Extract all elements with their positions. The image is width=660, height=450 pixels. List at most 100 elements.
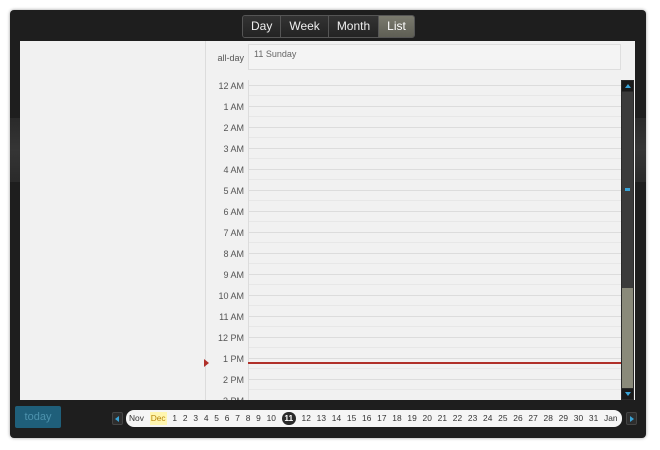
half-hour-gridline <box>248 221 621 222</box>
hour-label: 1 AM <box>223 102 244 112</box>
half-hour-gridline <box>248 347 621 348</box>
event-list-pane <box>20 41 206 400</box>
hour-row[interactable]: 12 AM <box>206 80 621 101</box>
date-strip-day[interactable]: 10 <box>267 412 276 425</box>
date-strip-day[interactable]: 3 <box>193 412 198 425</box>
date-strip-day[interactable]: 14 <box>332 412 341 425</box>
hour-label: 5 AM <box>223 186 244 196</box>
date-strip-day[interactable]: 2 <box>183 412 188 425</box>
hour-gridline <box>248 190 621 191</box>
prev-month-arrow-icon[interactable] <box>112 412 123 425</box>
scroll-thumb[interactable] <box>622 288 633 388</box>
half-hour-gridline <box>248 368 621 369</box>
hour-row[interactable]: 12 PM <box>206 332 621 353</box>
scroll-position-marker <box>625 188 630 191</box>
date-strip-day[interactable]: 27 <box>528 412 537 425</box>
date-strip-day[interactable]: 19 <box>407 412 416 425</box>
date-strip-day[interactable]: 23 <box>468 412 477 425</box>
half-hour-gridline <box>248 158 621 159</box>
date-strip-day[interactable]: 13 <box>317 412 326 425</box>
date-strip-day[interactable]: 15 <box>347 412 356 425</box>
hour-row[interactable]: 9 AM <box>206 269 621 290</box>
hour-label: 12 AM <box>218 81 244 91</box>
hour-label: 1 PM <box>222 354 244 364</box>
next-month-arrow-icon[interactable] <box>626 412 637 425</box>
now-indicator-arrow-icon <box>204 359 209 367</box>
hour-row[interactable]: 2 AM <box>206 122 621 143</box>
date-strip-day[interactable]: 24 <box>483 412 492 425</box>
date-strip-day-selected[interactable]: 11 <box>281 412 296 425</box>
half-hour-gridline <box>248 95 621 96</box>
hour-gridline <box>248 211 621 212</box>
date-strip-day[interactable]: 9 <box>256 412 261 425</box>
allday-slot[interactable]: 11 Sunday <box>248 44 621 70</box>
time-grid[interactable]: 3 PM 2 PM 1 PM 12 PM 11 AM 10 AM 9 AM 8 AM 7 AM 6… <box>204 80 621 400</box>
allday-label: all-day <box>217 53 244 63</box>
date-strip-day[interactable]: 18 <box>392 412 401 425</box>
hour-gridline <box>248 358 621 359</box>
date-strip-day[interactable]: 16 <box>362 412 371 425</box>
date-strip-day[interactable]: 5 <box>214 412 219 425</box>
prev-month-link[interactable]: Nov <box>129 412 144 425</box>
date-strip-day[interactable]: 1 <box>172 412 177 425</box>
hour-row[interactable]: 2 PM <box>206 374 621 395</box>
hour-row[interactable]: 5 AM <box>206 185 621 206</box>
date-strip-day[interactable]: 4 <box>204 412 209 425</box>
list-view-button[interactable]: List <box>379 16 414 37</box>
date-strip-day[interactable]: 29 <box>559 412 568 425</box>
date-strip-day[interactable]: 6 <box>225 412 230 425</box>
vertical-scrollbar[interactable] <box>621 80 634 400</box>
day-view-button[interactable]: Day <box>243 16 282 37</box>
hour-label: 8 AM <box>223 249 244 259</box>
hour-row[interactable]: 7 AM <box>206 227 621 248</box>
date-strip-day[interactable]: 17 <box>377 412 386 425</box>
date-strip-day[interactable]: 22 <box>453 412 462 425</box>
scroll-up-icon[interactable] <box>622 81 633 91</box>
hour-label: 11 AM <box>219 312 244 322</box>
date-strip: Nov Dec 1 2 3 4 5 6 7 8 9 10 11 12 13 14 15 16 17 18 19 20 2… <box>126 410 622 427</box>
date-strip-day[interactable]: 28 <box>544 412 553 425</box>
half-hour-gridline <box>248 389 621 390</box>
date-strip-day[interactable]: 30 <box>574 412 583 425</box>
hour-label: 6 AM <box>223 207 244 217</box>
scroll-down-icon[interactable] <box>622 389 633 399</box>
current-month-label[interactable]: Dec <box>149 412 167 425</box>
hour-row[interactable]: 3 PM <box>206 395 621 400</box>
hour-row[interactable]: 4 AM <box>206 164 621 185</box>
hour-label: 12 PM <box>217 333 244 343</box>
date-strip-day[interactable]: 31 <box>589 412 598 425</box>
hour-row[interactable]: 3 AM <box>206 143 621 164</box>
half-hour-gridline <box>248 179 621 180</box>
hour-row[interactable]: 10 AM <box>206 290 621 311</box>
month-view-button[interactable]: Month <box>328 16 380 37</box>
half-hour-gridline <box>248 326 621 327</box>
hour-gridline <box>248 106 621 107</box>
date-strip-day[interactable]: 20 <box>423 412 432 425</box>
grid-divider <box>248 80 249 400</box>
date-strip-day[interactable]: 25 <box>498 412 507 425</box>
date-strip-day[interactable]: 8 <box>246 412 251 425</box>
hour-row[interactable]: 11 AM <box>206 311 621 332</box>
hour-label: 4 AM <box>223 165 244 175</box>
week-view-button[interactable]: Week <box>281 16 329 37</box>
today-button[interactable]: today <box>15 406 61 428</box>
date-strip-day[interactable]: 12 <box>302 412 311 425</box>
hour-gridline <box>248 127 621 128</box>
hour-row[interactable]: 1 AM <box>206 101 621 122</box>
hour-gridline <box>248 232 621 233</box>
half-hour-gridline <box>248 242 621 243</box>
date-strip-day[interactable]: 21 <box>438 412 447 425</box>
hour-gridline <box>248 379 621 380</box>
next-month-link[interactable]: Jan <box>604 412 618 425</box>
hour-label: 3 PM <box>206 395 244 400</box>
hour-gridline <box>248 85 621 86</box>
hour-row[interactable]: 6 AM <box>206 206 621 227</box>
date-strip-day[interactable]: 7 <box>235 412 240 425</box>
hour-gridline <box>248 295 621 296</box>
date-strip-day[interactable]: 26 <box>513 412 522 425</box>
hour-label: 10 AM <box>218 291 244 301</box>
hour-gridline <box>248 274 621 275</box>
hour-gridline <box>248 169 621 170</box>
calendar-panel: all-day 11 Sunday 3 PM 2 PM 1 PM 12 PM 11 AM… <box>20 41 635 400</box>
hour-row[interactable]: 8 AM <box>206 248 621 269</box>
